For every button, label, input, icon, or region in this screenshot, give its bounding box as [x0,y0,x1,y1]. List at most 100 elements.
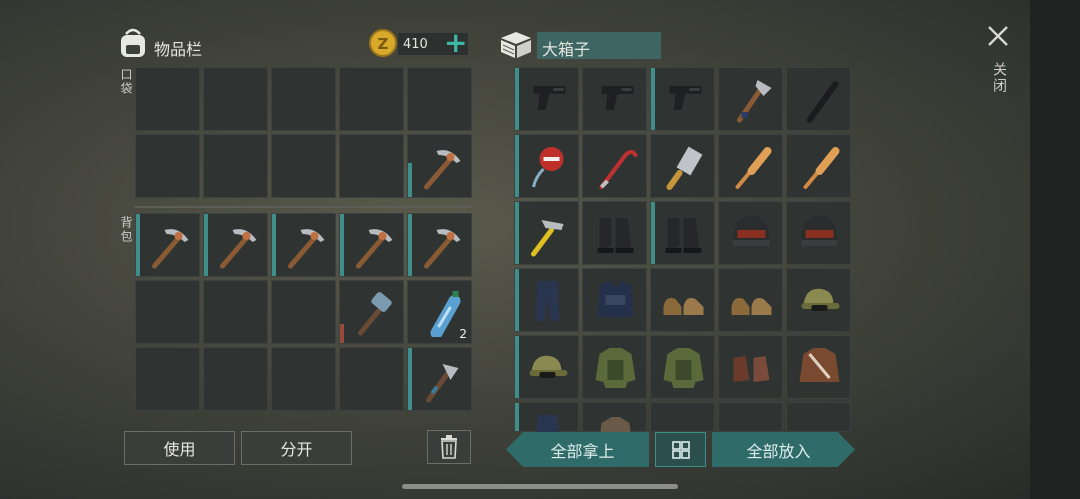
sort-button[interactable] [655,432,706,467]
box-slot[interactable] [650,67,715,131]
box-slot[interactable] [514,335,579,399]
shoes-icon [663,298,704,315]
backpack-slot[interactable] [135,347,200,411]
put-all-button[interactable]: 全部放入 [712,432,855,467]
box-slot[interactable] [514,268,579,332]
box-slot[interactable] [786,402,851,432]
pocket-slot[interactable] [271,134,336,198]
close-label[interactable]: 关闭 [989,62,1009,94]
pocket-slot[interactable] [203,67,268,131]
box-slot[interactable] [786,201,851,265]
camo-jacket-icon [663,348,704,388]
box-slot[interactable] [718,201,783,265]
pickaxe-icon [220,229,257,269]
boots-icon [665,218,702,253]
box-slot[interactable] [582,67,647,131]
pistol-icon [601,86,634,110]
section-divider [135,206,471,208]
box-slot[interactable] [650,402,715,432]
pocket-label: 口袋 [119,68,133,96]
water-bottle-icon [430,291,461,337]
cleaver-icon [666,146,703,190]
box-slot[interactable] [582,201,647,265]
bat-icon [803,147,840,189]
backpack-icon [116,26,150,60]
split-button[interactable]: 分开 [241,431,352,465]
leather-jacket-icon [799,348,840,382]
box-slot[interactable] [514,67,579,131]
hammer-icon [358,292,392,336]
backpack-slot[interactable] [339,280,404,344]
box-slot[interactable] [718,134,783,198]
box-slot[interactable] [718,402,783,432]
take-all-button[interactable]: 全部拿上 [506,432,649,467]
box-slot[interactable] [650,201,715,265]
box-icon [497,28,535,60]
pickaxe-icon [356,229,393,269]
box-slot[interactable] [786,335,851,399]
pickaxe-icon [424,150,461,190]
pocket-slot[interactable] [407,134,472,198]
backpack-slot[interactable] [407,213,472,277]
box-slot[interactable] [582,402,647,441]
backpack-slot[interactable] [135,213,200,277]
box-slot[interactable] [582,268,647,332]
pocket-slot[interactable] [135,134,200,198]
shoes-icon [731,298,772,315]
box-slot[interactable] [582,134,647,198]
backpack-slot[interactable] [203,213,268,277]
box-slot[interactable] [582,335,647,399]
backpack-slot[interactable] [407,347,472,411]
close-icon[interactable] [986,24,1010,48]
trash-button[interactable] [427,430,471,464]
pistol-icon [669,86,702,110]
nightstick-icon [806,81,839,123]
box-title: 大箱子 [542,40,591,59]
backpack-slot[interactable]: 2 [407,280,472,344]
backpack-slot[interactable] [339,347,404,411]
use-button[interactable]: 使用 [124,431,235,465]
backpack-slot[interactable] [271,213,336,277]
backpack-slot[interactable] [203,280,268,344]
box-slot[interactable] [514,402,579,455]
pocket-slot[interactable] [203,134,268,198]
backpack-grid: 2 [135,213,472,411]
backpack-slot[interactable] [271,347,336,411]
bat-icon [735,147,772,189]
inventory-title: 物品栏 [154,40,203,59]
helmet-icon [801,216,838,246]
box-slot[interactable] [650,268,715,332]
box-slot[interactable] [514,201,579,265]
box-slot[interactable] [786,134,851,198]
coin-count: 410 [403,37,428,52]
sort-grid-icon [671,440,690,459]
box-slot[interactable] [718,67,783,131]
box-slot[interactable] [786,268,851,332]
pocket-slot[interactable] [135,67,200,131]
cap-icon [801,288,840,311]
box-slot[interactable] [718,268,783,332]
add-coins-icon[interactable]: + [444,29,468,58]
box-slot[interactable] [650,134,715,198]
box-slot[interactable] [786,67,851,131]
axe-icon [737,80,772,123]
cap-icon [529,355,568,378]
helmet-icon [733,216,770,246]
backpack-slot[interactable] [271,280,336,344]
camo-jacket-icon [595,348,636,388]
backpack-slot[interactable] [135,280,200,344]
right-sidebar [1030,0,1080,499]
box-slot[interactable] [650,335,715,399]
box-slot[interactable] [514,134,579,198]
box-slot[interactable] [718,335,783,399]
pocket-slot[interactable] [339,67,404,131]
claw-hammer-icon [531,220,564,257]
home-indicator [402,484,678,489]
pocket-slot[interactable] [339,134,404,198]
item-quantity: 2 [459,327,467,341]
pocket-slot[interactable] [407,67,472,131]
backpack-slot[interactable] [339,213,404,277]
pocket-slot[interactable] [271,67,336,131]
backpack-slot[interactable] [203,347,268,411]
coin-icon: Z [368,28,398,58]
